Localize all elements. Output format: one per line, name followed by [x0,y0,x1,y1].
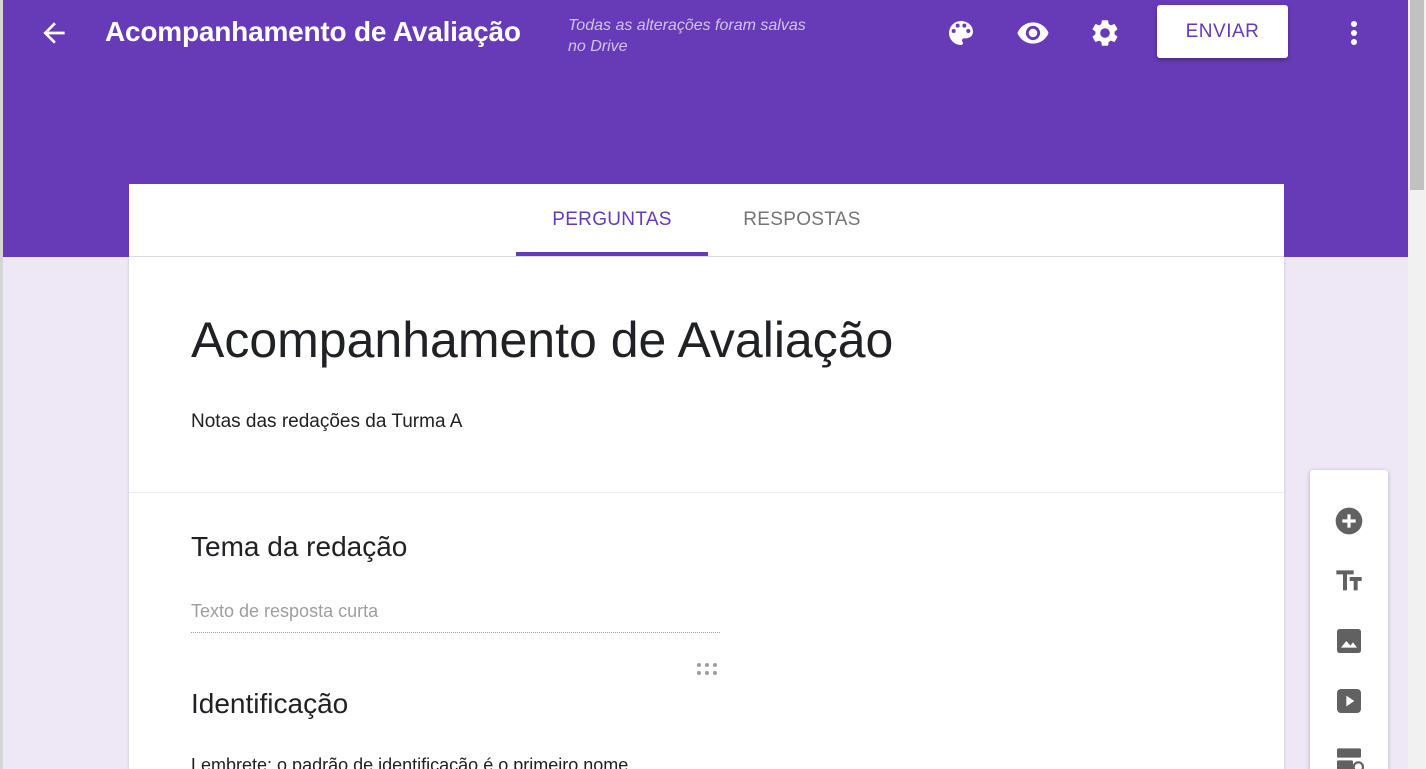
question-title[interactable]: Identificação [191,688,348,720]
more-vert-icon[interactable] [1340,17,1368,51]
form-title[interactable]: Acompanhamento de Avaliação [191,311,893,369]
short-answer-field: Texto de resposta curta [191,601,720,633]
floating-toolbar [1310,470,1388,769]
question-title[interactable]: Tema da redação [191,531,407,563]
app-title: Acompanhamento de Avaliação [105,16,521,47]
tab-responses[interactable]: RESPOSTAS [708,184,896,256]
eye-icon[interactable] [1016,16,1050,50]
add-section-icon[interactable] [1332,742,1366,769]
add-question-icon[interactable] [1332,504,1366,538]
tab-questions[interactable]: PERGUNTAS [516,184,708,256]
form-card: Acompanhamento de Avaliação Notas das re… [129,257,1284,769]
send-button[interactable]: ENVIAR [1157,5,1288,58]
drag-handle-icon[interactable] [695,661,721,677]
tabs-bar: PERGUNTAS RESPOSTAS [129,184,1284,257]
question-description[interactable]: Lembrete: o padrão de identificação é o … [191,755,628,769]
save-status: Todas as alterações foram salvas no Driv… [568,17,806,55]
add-video-icon[interactable] [1332,684,1366,718]
gear-icon[interactable] [1088,16,1122,50]
add-image-icon[interactable] [1332,624,1366,658]
arrow-back-icon[interactable] [38,17,70,49]
form-description[interactable]: Notas das redações da Turma A [191,411,462,433]
divider [129,492,1284,493]
palette-icon[interactable] [944,16,978,50]
scrollbar-thumb[interactable] [1410,0,1424,190]
add-title-icon[interactable] [1332,564,1366,598]
